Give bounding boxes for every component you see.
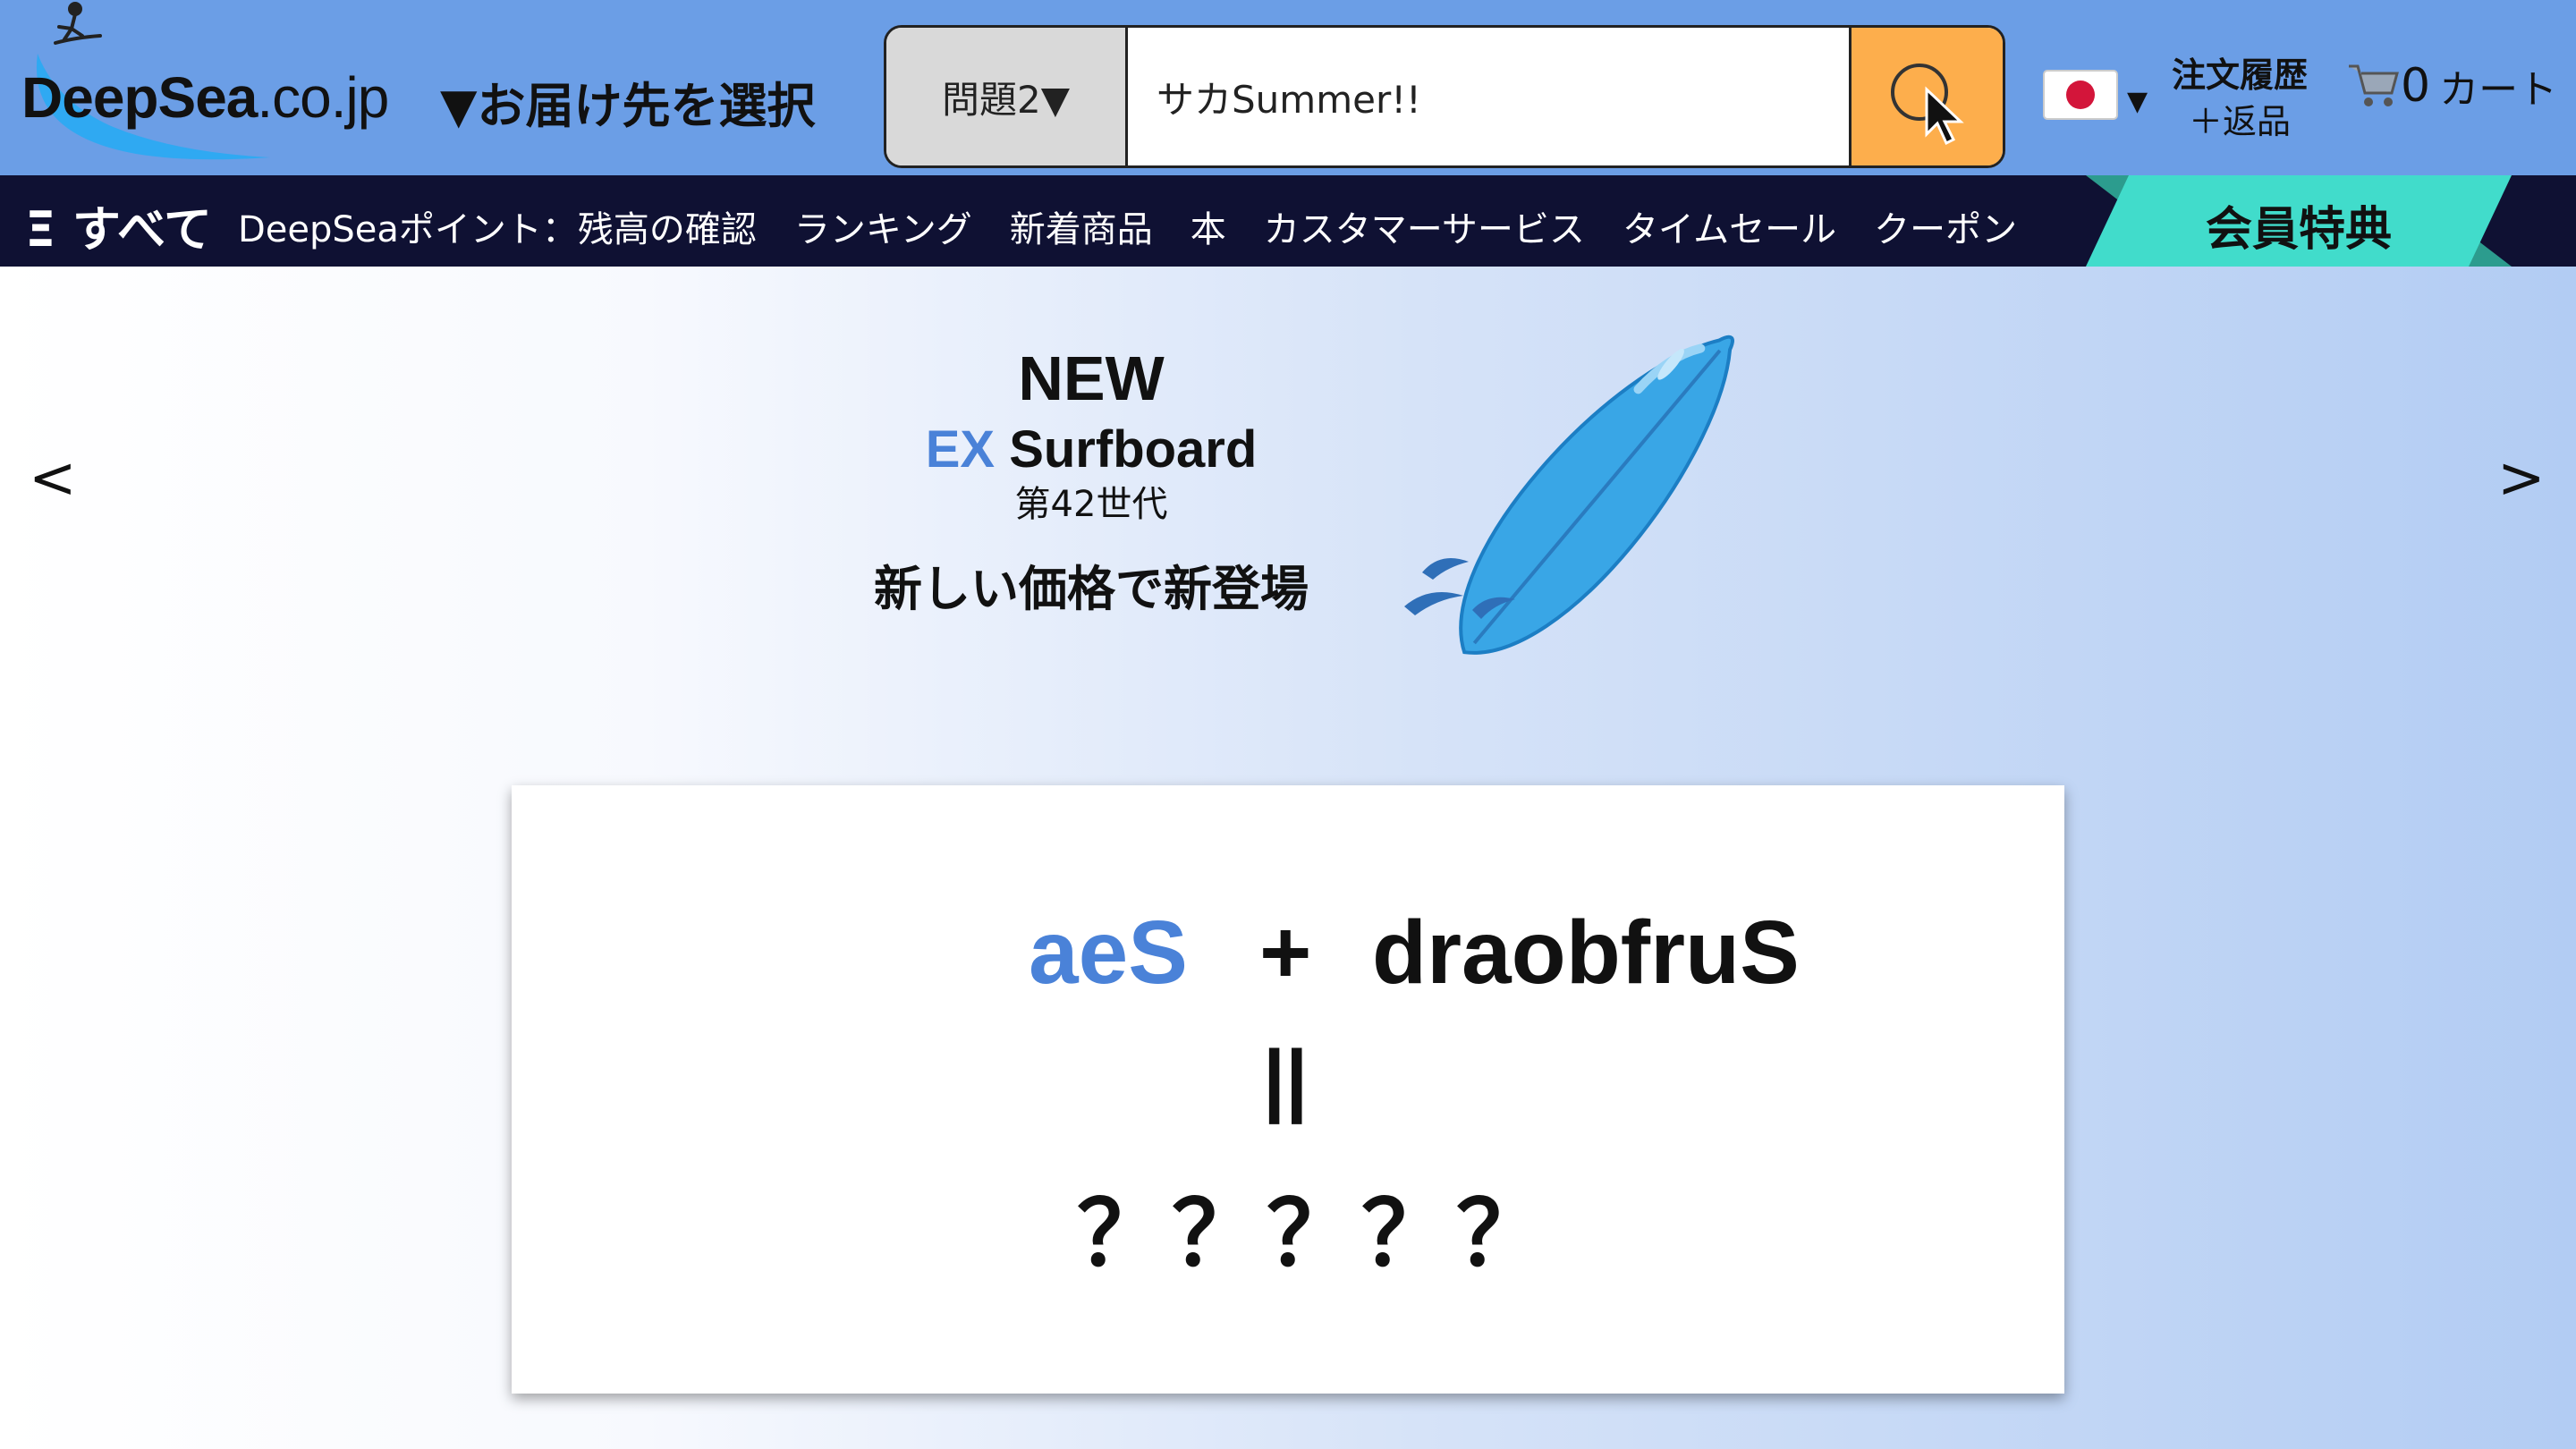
promo-product-name: EX Surfboard — [925, 420, 1258, 479]
search-bar: 問題2▼ — [884, 25, 2005, 168]
logo-text: DeepSea.co.jp — [21, 65, 389, 130]
puzzle-word-2: draobfruS — [1372, 902, 1800, 1003]
promo-tagline: 新しい価格で新登場 — [874, 561, 1309, 617]
nav-item-coupon[interactable]: クーポン — [1874, 200, 2017, 252]
puzzle-plus: + — [1259, 902, 1312, 1003]
promo-generation: 第42世代 — [1014, 484, 1168, 525]
japan-flag-icon[interactable] — [2043, 70, 2118, 120]
mouse-cursor-icon — [1925, 86, 1964, 146]
cart-count: 0 — [2401, 59, 2431, 113]
puzzle-equals: || — [1263, 1035, 1309, 1124]
cart-icon — [2349, 64, 2399, 106]
nav-item-new[interactable]: 新着商品 — [1010, 200, 1153, 252]
cart-label: カート — [2439, 67, 2558, 113]
puzzle-answer: ？？？？？ — [1077, 1184, 1551, 1284]
carousel-prev-button[interactable]: < — [29, 445, 77, 512]
nav-links: DeepSeaポイント：残高の確認 ランキング 新着商品 本 カスタマーサービス… — [238, 200, 2017, 252]
puzzle-card: aeS + draobfruS || ？？？？？ — [512, 785, 2064, 1394]
search-category-dropdown[interactable]: 問題2▼ — [886, 28, 1128, 165]
member-benefits-banner[interactable]: 会員特典 — [2086, 175, 2512, 267]
nav-item-points[interactable]: DeepSeaポイント：残高の確認 — [238, 200, 757, 252]
all-categories-menu[interactable]: Ξ すべて — [25, 190, 212, 260]
surfboard-image[interactable] — [1395, 311, 1789, 687]
nav-item-customer-service[interactable]: カスタマーサービス — [1264, 200, 1585, 252]
hero-carousel: < > NEW EX Surfboard 第42世代 新しい価格で新登場 aeS… — [0, 267, 2576, 1449]
nav-item-time-sale[interactable]: タイムセール — [1623, 200, 1836, 252]
promo-new-label: NEW — [1018, 343, 1165, 413]
site-logo[interactable]: DeepSea.co.jp — [20, 0, 440, 175]
carousel-next-button[interactable]: > — [2497, 445, 2546, 512]
puzzle-word-1: aeS — [1029, 902, 1188, 1003]
promo-text: NEW EX Surfboard 第42世代 新しい価格で新登場 — [823, 338, 1360, 620]
cart-button[interactable]: 0 カート — [2347, 57, 2557, 114]
delivery-location-selector[interactable]: ▼お届け先を選択 — [440, 66, 816, 137]
search-input[interactable] — [1128, 28, 1843, 165]
language-caret-icon[interactable]: ▼ — [2127, 86, 2148, 117]
orders-returns-link[interactable]: 注文履歴 ＋返品 — [2172, 52, 2308, 145]
top-header: DeepSea.co.jp ▼お届け先を選択 問題2▼ ▼ 注文履歴 ＋返品 0… — [0, 0, 2576, 175]
nav-item-ranking[interactable]: ランキング — [794, 200, 972, 252]
nav-item-books[interactable]: 本 — [1191, 200, 1226, 252]
